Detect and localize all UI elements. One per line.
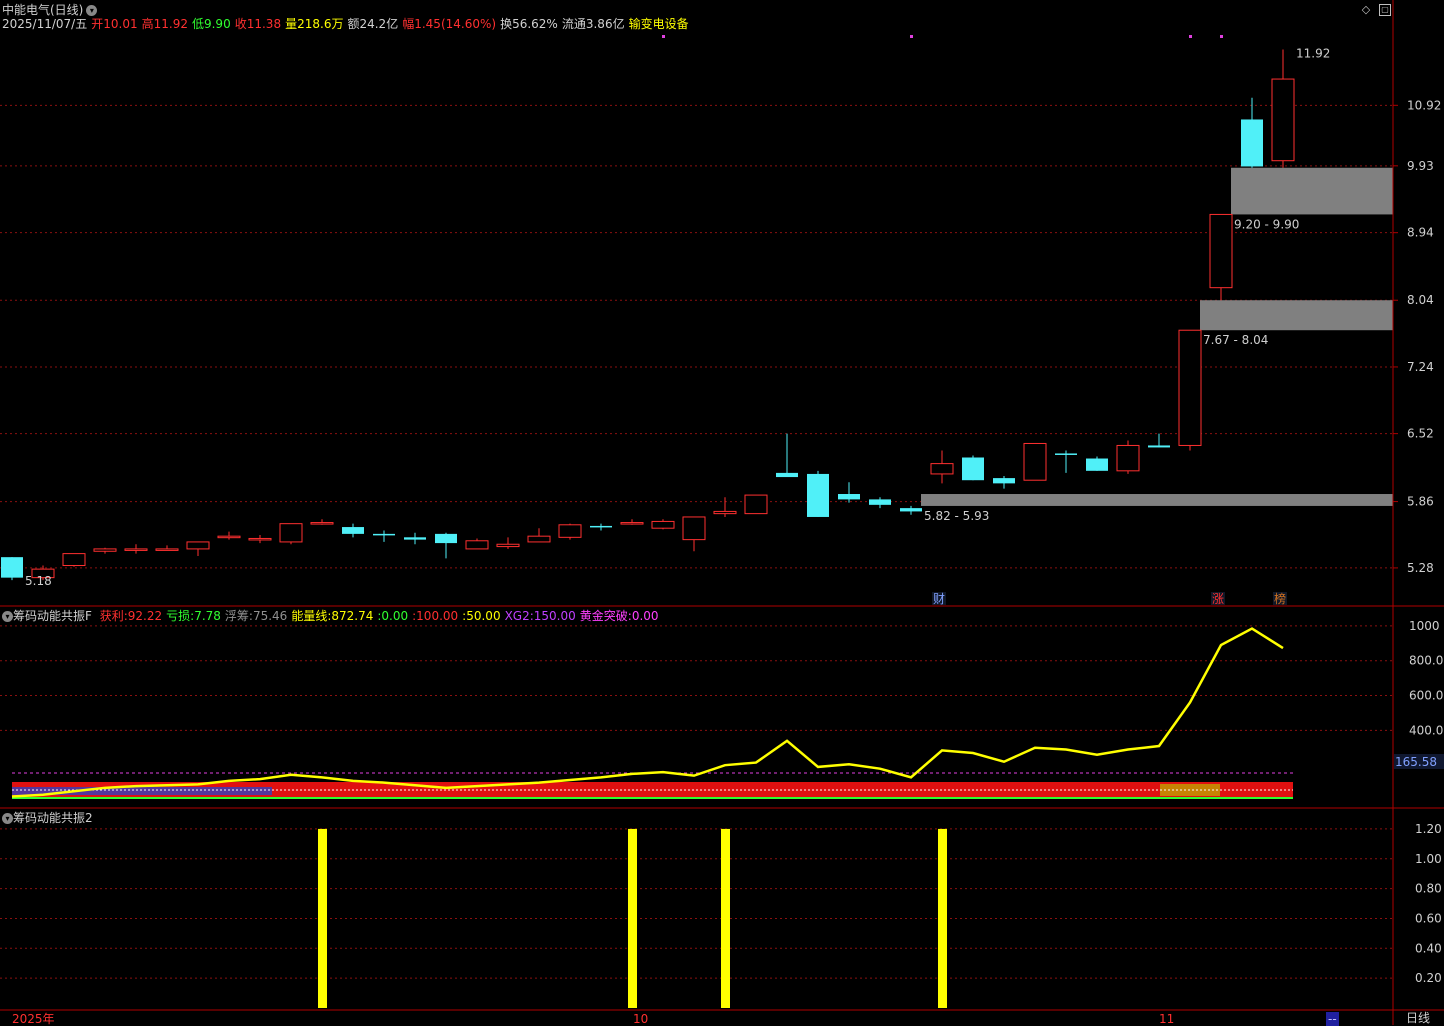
- price-tick-label: 10.92: [1407, 98, 1441, 112]
- energy-line: [11, 627, 1284, 798]
- indicator2-layer: 1.20 1.00 0.80 0.60 0.40 0.20: [0, 822, 1442, 1008]
- price-zone: [921, 494, 1393, 506]
- candle-body: [651, 520, 675, 529]
- energy-tick-label: 400.0: [1409, 723, 1443, 737]
- candle-body: [1023, 442, 1047, 481]
- candle-body: [1241, 119, 1263, 167]
- zone-label: 5.82 - 5.93: [924, 509, 989, 523]
- signal-tick-label: 0.80: [1415, 882, 1442, 896]
- indicator1-layer: 1000 800.0 600.0 400.0 165.58: [0, 619, 1444, 799]
- candle-body: [435, 533, 457, 544]
- candle-body: [838, 494, 860, 500]
- signal-tick-label: 0.60: [1415, 911, 1442, 925]
- candle-body: [373, 533, 395, 536]
- signal-dot: [1220, 35, 1223, 38]
- candle-body: [1, 557, 23, 578]
- price-zone: [1231, 167, 1393, 215]
- price-tick-label: 8.04: [1407, 293, 1434, 307]
- signal-bar: [938, 828, 947, 1008]
- price-zone: [1200, 300, 1393, 331]
- candle-body: [713, 510, 737, 515]
- event-marker: 财: [933, 592, 945, 606]
- candle-body: [1271, 78, 1295, 162]
- candle-body: [217, 535, 241, 539]
- period-button[interactable]: 日线: [1406, 1011, 1430, 1025]
- candles-layer: 11.92 5.18 财 涨 榜: [1, 35, 1330, 606]
- time-label-oct: 10: [633, 1012, 649, 1026]
- price-tick-label: 5.28: [1407, 561, 1434, 575]
- candle-body: [342, 527, 364, 534]
- time-label-nov: 11: [1159, 1012, 1175, 1026]
- event-marker: 榜: [1274, 591, 1286, 606]
- candle-body: [310, 522, 334, 525]
- signal-tick-label: 0.40: [1415, 941, 1442, 955]
- candle-body: [682, 516, 706, 541]
- candle-body: [807, 473, 829, 517]
- candle-body: [404, 537, 426, 540]
- event-marker: 涨: [1212, 591, 1224, 606]
- price-tick-label: 9.93: [1407, 159, 1434, 173]
- candle-body: [465, 540, 489, 550]
- price-tick-label: 6.52: [1407, 427, 1434, 441]
- signal-bar: [721, 828, 730, 1008]
- candle-body: [62, 553, 86, 567]
- mode-button[interactable]: --: [1326, 1012, 1339, 1026]
- candle-body: [124, 548, 148, 551]
- candle-body: [776, 472, 798, 478]
- chart-window: 中能电气(日线) ▾ ◇ ▢ 2025/11/07/五 开10.01 高11.92 低9…: [0, 0, 1444, 1026]
- current-marker: 165.58: [1395, 755, 1437, 769]
- signal-tick-label: 0.20: [1415, 971, 1442, 985]
- candle-body: [496, 543, 520, 548]
- energy-tick-label: 600.0: [1409, 689, 1443, 703]
- candle-body: [590, 525, 612, 528]
- high-price-label: 11.92: [1296, 47, 1330, 61]
- candle-body: [962, 457, 984, 481]
- zone-layer: 9.20 - 9.90 7.67 - 8.04 5.82 - 5.93: [921, 167, 1393, 523]
- candle-body: [186, 541, 210, 550]
- price-tick-label: 5.86: [1407, 495, 1434, 509]
- signal-bar: [318, 828, 327, 1008]
- zone-label: 9.20 - 9.90: [1234, 217, 1299, 231]
- candle-body: [744, 494, 768, 515]
- candle-body: [1178, 329, 1202, 446]
- signal-dot: [910, 35, 913, 38]
- candle-body: [1209, 213, 1233, 289]
- candle-body: [558, 524, 582, 538]
- zone-label: 7.67 - 8.04: [1203, 333, 1268, 347]
- candle-body: [1055, 453, 1077, 455]
- signal-dot: [662, 35, 665, 38]
- candle-body: [248, 537, 272, 541]
- candle-body: [900, 508, 922, 512]
- candle-body: [620, 522, 644, 525]
- candle-body: [869, 499, 891, 505]
- low-price-label: 5.18: [25, 574, 52, 588]
- energy-tick-label: 800.0: [1409, 654, 1443, 668]
- candle-body: [279, 523, 303, 543]
- candle-body: [155, 548, 179, 551]
- candle-body: [1148, 445, 1170, 448]
- candle-body: [1086, 458, 1108, 471]
- price-tick-label: 8.94: [1407, 226, 1434, 240]
- signal-tick-label: 1.20: [1415, 822, 1442, 836]
- energy-tick-label: 1000: [1409, 619, 1440, 633]
- candle-body: [930, 463, 954, 475]
- signal-dot: [1189, 35, 1192, 38]
- time-label-year: 2025年: [12, 1012, 55, 1026]
- candle-body: [993, 478, 1015, 484]
- price-tick-label: 7.24: [1407, 360, 1434, 374]
- candle-body: [93, 548, 117, 552]
- chart-canvas[interactable]: 9.20 - 9.90 7.67 - 8.04 5.82 - 5.93 11.92 5…: [0, 0, 1444, 1025]
- signal-bar: [628, 828, 637, 1008]
- candle-body: [527, 535, 551, 543]
- signal-tick-label: 1.00: [1415, 852, 1442, 866]
- candle-body: [1116, 444, 1140, 472]
